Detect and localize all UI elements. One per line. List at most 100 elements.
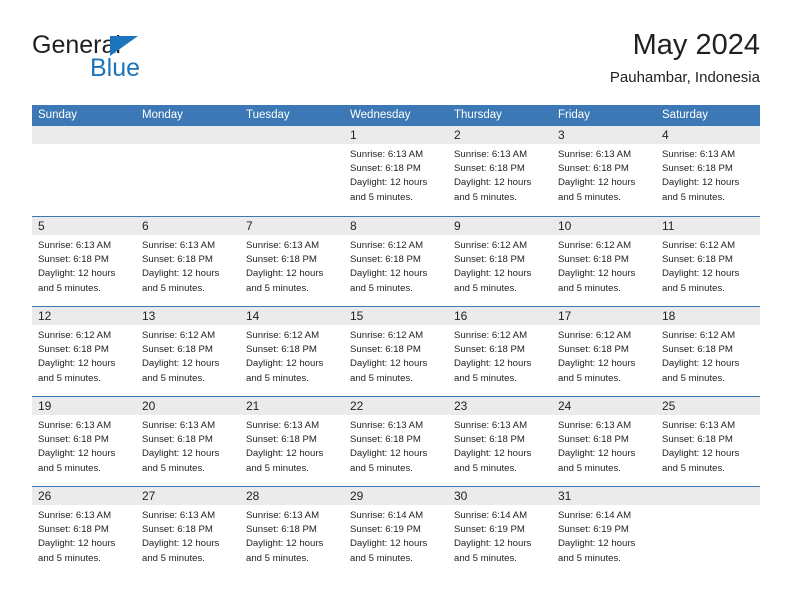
sunset-text: Sunset: 6:18 PM bbox=[350, 163, 421, 175]
sunset-text: Sunset: 6:19 PM bbox=[558, 524, 629, 536]
sunset-text: Sunset: 6:18 PM bbox=[558, 254, 629, 266]
sunrise-text: Sunrise: 6:14 AM bbox=[454, 510, 528, 521]
sunrise-text: Sunrise: 6:13 AM bbox=[246, 510, 320, 521]
day-number-band: 8 bbox=[344, 217, 448, 235]
day-cell[interactable]: 13 Sunrise: 6:12 AM Sunset: 6:18 PM Dayligh… bbox=[136, 307, 240, 396]
day-number: 3 bbox=[558, 128, 565, 142]
day-details: Sunrise: 6:13 AM Sunset: 6:18 PM Daylight:… bbox=[448, 415, 552, 476]
day-cell[interactable]: 17 Sunrise: 6:12 AM Sunset: 6:18 PM Dayligh… bbox=[552, 307, 656, 396]
sunset-text: Sunset: 6:18 PM bbox=[246, 344, 317, 356]
day-number: 20 bbox=[142, 399, 156, 413]
day-number: 16 bbox=[454, 309, 468, 323]
day-cell[interactable]: 10 Sunrise: 6:12 AM Sunset: 6:18 PM Dayligh… bbox=[552, 217, 656, 306]
day-number: 19 bbox=[38, 399, 52, 413]
sunrise-text: Sunrise: 6:12 AM bbox=[246, 330, 320, 341]
daylight-text-line2: and 5 minutes. bbox=[454, 462, 517, 474]
day-cell[interactable]: 26 Sunrise: 6:13 AM Sunset: 6:18 PM Dayligh… bbox=[32, 487, 136, 576]
sunset-text: Sunset: 6:18 PM bbox=[350, 254, 421, 266]
daylight-text-line1: Daylight: 12 hours bbox=[454, 268, 532, 280]
sunrise-text: Sunrise: 6:12 AM bbox=[662, 240, 736, 251]
daylight-text-line2: and 5 minutes. bbox=[142, 372, 205, 384]
day-cell[interactable]: 2 Sunrise: 6:13 AM Sunset: 6:18 PM Daylight… bbox=[448, 126, 552, 216]
day-number-band: 10 bbox=[552, 217, 656, 235]
sunrise-text: Sunrise: 6:13 AM bbox=[350, 420, 424, 431]
daylight-text-line1: Daylight: 12 hours bbox=[38, 268, 116, 280]
day-cell[interactable]: 4 Sunrise: 6:13 AM Sunset: 6:18 PM Daylight… bbox=[656, 126, 760, 216]
sunrise-text: Sunrise: 6:12 AM bbox=[142, 330, 216, 341]
day-details: Sunrise: 6:12 AM Sunset: 6:18 PM Daylight:… bbox=[448, 235, 552, 296]
day-details: Sunrise: 6:13 AM Sunset: 6:18 PM Daylight:… bbox=[32, 235, 136, 296]
day-cell[interactable]: 23 Sunrise: 6:13 AM Sunset: 6:18 PM Dayligh… bbox=[448, 397, 552, 486]
daylight-text-line2: and 5 minutes. bbox=[246, 552, 309, 564]
day-number: 7 bbox=[246, 219, 253, 233]
day-cell[interactable]: 3 Sunrise: 6:13 AM Sunset: 6:18 PM Daylight… bbox=[552, 126, 656, 216]
day-cell[interactable]: 22 Sunrise: 6:13 AM Sunset: 6:18 PM Dayligh… bbox=[344, 397, 448, 486]
day-cell[interactable]: 29 Sunrise: 6:14 AM Sunset: 6:19 PM Dayligh… bbox=[344, 487, 448, 576]
daylight-text-line2: and 5 minutes. bbox=[662, 191, 725, 203]
day-details bbox=[136, 144, 240, 148]
day-cell[interactable]: 25 Sunrise: 6:13 AM Sunset: 6:18 PM Dayligh… bbox=[656, 397, 760, 486]
day-cell[interactable]: 20 Sunrise: 6:13 AM Sunset: 6:18 PM Dayligh… bbox=[136, 397, 240, 486]
day-cell[interactable]: 6 Sunrise: 6:13 AM Sunset: 6:18 PM Daylight… bbox=[136, 217, 240, 306]
day-cell[interactable]: 19 Sunrise: 6:13 AM Sunset: 6:18 PM Dayligh… bbox=[32, 397, 136, 486]
day-number: 1 bbox=[350, 128, 357, 142]
day-cell[interactable]: 1 Sunrise: 6:13 AM Sunset: 6:18 PM Daylight… bbox=[344, 126, 448, 216]
sunrise-text: Sunrise: 6:13 AM bbox=[38, 510, 112, 521]
daylight-text-line2: and 5 minutes. bbox=[558, 552, 621, 564]
day-number: 10 bbox=[558, 219, 572, 233]
general-blue-logo[interactable]: General Blue bbox=[32, 32, 262, 88]
day-cell[interactable]: 27 Sunrise: 6:13 AM Sunset: 6:18 PM Dayligh… bbox=[136, 487, 240, 576]
daylight-text-line1: Daylight: 12 hours bbox=[38, 538, 116, 550]
daylight-text-line1: Daylight: 12 hours bbox=[350, 177, 428, 189]
day-details bbox=[240, 144, 344, 148]
day-details: Sunrise: 6:14 AM Sunset: 6:19 PM Daylight:… bbox=[552, 505, 656, 566]
daylight-text-line1: Daylight: 12 hours bbox=[142, 538, 220, 550]
day-number-band: 24 bbox=[552, 397, 656, 415]
day-number: 11 bbox=[662, 219, 675, 233]
day-number-band: 27 bbox=[136, 487, 240, 505]
day-details: Sunrise: 6:13 AM Sunset: 6:18 PM Daylight:… bbox=[136, 235, 240, 296]
day-cell[interactable]: 7 Sunrise: 6:13 AM Sunset: 6:18 PM Daylight… bbox=[240, 217, 344, 306]
sunset-text: Sunset: 6:18 PM bbox=[454, 163, 525, 175]
sunset-text: Sunset: 6:18 PM bbox=[142, 254, 213, 266]
day-cell[interactable]: 28 Sunrise: 6:13 AM Sunset: 6:18 PM Dayligh… bbox=[240, 487, 344, 576]
day-details: Sunrise: 6:12 AM Sunset: 6:18 PM Daylight:… bbox=[552, 235, 656, 296]
daylight-text-line1: Daylight: 12 hours bbox=[350, 358, 428, 370]
day-cell[interactable]: 24 Sunrise: 6:13 AM Sunset: 6:18 PM Dayligh… bbox=[552, 397, 656, 486]
daylight-text-line2: and 5 minutes. bbox=[38, 282, 101, 294]
day-number: 23 bbox=[454, 399, 468, 413]
day-cell[interactable]: 8 Sunrise: 6:12 AM Sunset: 6:18 PM Daylight… bbox=[344, 217, 448, 306]
day-cell[interactable]: 21 Sunrise: 6:13 AM Sunset: 6:18 PM Dayligh… bbox=[240, 397, 344, 486]
daylight-text-line1: Daylight: 12 hours bbox=[662, 358, 740, 370]
day-cell[interactable]: 5 Sunrise: 6:13 AM Sunset: 6:18 PM Daylight… bbox=[32, 217, 136, 306]
day-number: 2 bbox=[454, 128, 461, 142]
day-details: Sunrise: 6:12 AM Sunset: 6:18 PM Daylight:… bbox=[344, 235, 448, 296]
day-cell[interactable]: 9 Sunrise: 6:12 AM Sunset: 6:18 PM Daylight… bbox=[448, 217, 552, 306]
day-cell[interactable]: 30 Sunrise: 6:14 AM Sunset: 6:19 PM Dayligh… bbox=[448, 487, 552, 576]
day-cell[interactable]: 15 Sunrise: 6:12 AM Sunset: 6:18 PM Dayligh… bbox=[344, 307, 448, 396]
daylight-text-line2: and 5 minutes. bbox=[142, 282, 205, 294]
day-cell[interactable]: 14 Sunrise: 6:12 AM Sunset: 6:18 PM Dayligh… bbox=[240, 307, 344, 396]
sunrise-text: Sunrise: 6:13 AM bbox=[38, 420, 112, 431]
sunset-text: Sunset: 6:19 PM bbox=[350, 524, 421, 536]
daylight-text-line1: Daylight: 12 hours bbox=[142, 448, 220, 460]
day-number: 21 bbox=[246, 399, 260, 413]
sunrise-text: Sunrise: 6:12 AM bbox=[350, 240, 424, 251]
calendar-grid: Sunday Monday Tuesday Wednesday Thursday Frid… bbox=[32, 105, 760, 576]
daylight-text-line1: Daylight: 12 hours bbox=[454, 538, 532, 550]
sunset-text: Sunset: 6:18 PM bbox=[142, 434, 213, 446]
day-number-band bbox=[136, 126, 240, 144]
day-details: Sunrise: 6:13 AM Sunset: 6:18 PM Daylight:… bbox=[552, 144, 656, 205]
day-cell[interactable]: 31 Sunrise: 6:14 AM Sunset: 6:19 PM Dayligh… bbox=[552, 487, 656, 576]
logo-text-blue: Blue bbox=[90, 54, 141, 82]
sunrise-text: Sunrise: 6:13 AM bbox=[662, 420, 736, 431]
day-cell[interactable]: 16 Sunrise: 6:12 AM Sunset: 6:18 PM Dayligh… bbox=[448, 307, 552, 396]
sunrise-text: Sunrise: 6:13 AM bbox=[142, 420, 216, 431]
day-cell[interactable]: 18 Sunrise: 6:12 AM Sunset: 6:18 PM Dayligh… bbox=[656, 307, 760, 396]
daylight-text-line1: Daylight: 12 hours bbox=[38, 448, 116, 460]
daylight-text-line1: Daylight: 12 hours bbox=[246, 358, 324, 370]
day-cell[interactable]: 12 Sunrise: 6:12 AM Sunset: 6:18 PM Dayligh… bbox=[32, 307, 136, 396]
daylight-text-line1: Daylight: 12 hours bbox=[350, 448, 428, 460]
day-details: Sunrise: 6:13 AM Sunset: 6:18 PM Daylight:… bbox=[136, 505, 240, 566]
day-cell[interactable]: 11 Sunrise: 6:12 AM Sunset: 6:18 PM Dayligh… bbox=[656, 217, 760, 306]
